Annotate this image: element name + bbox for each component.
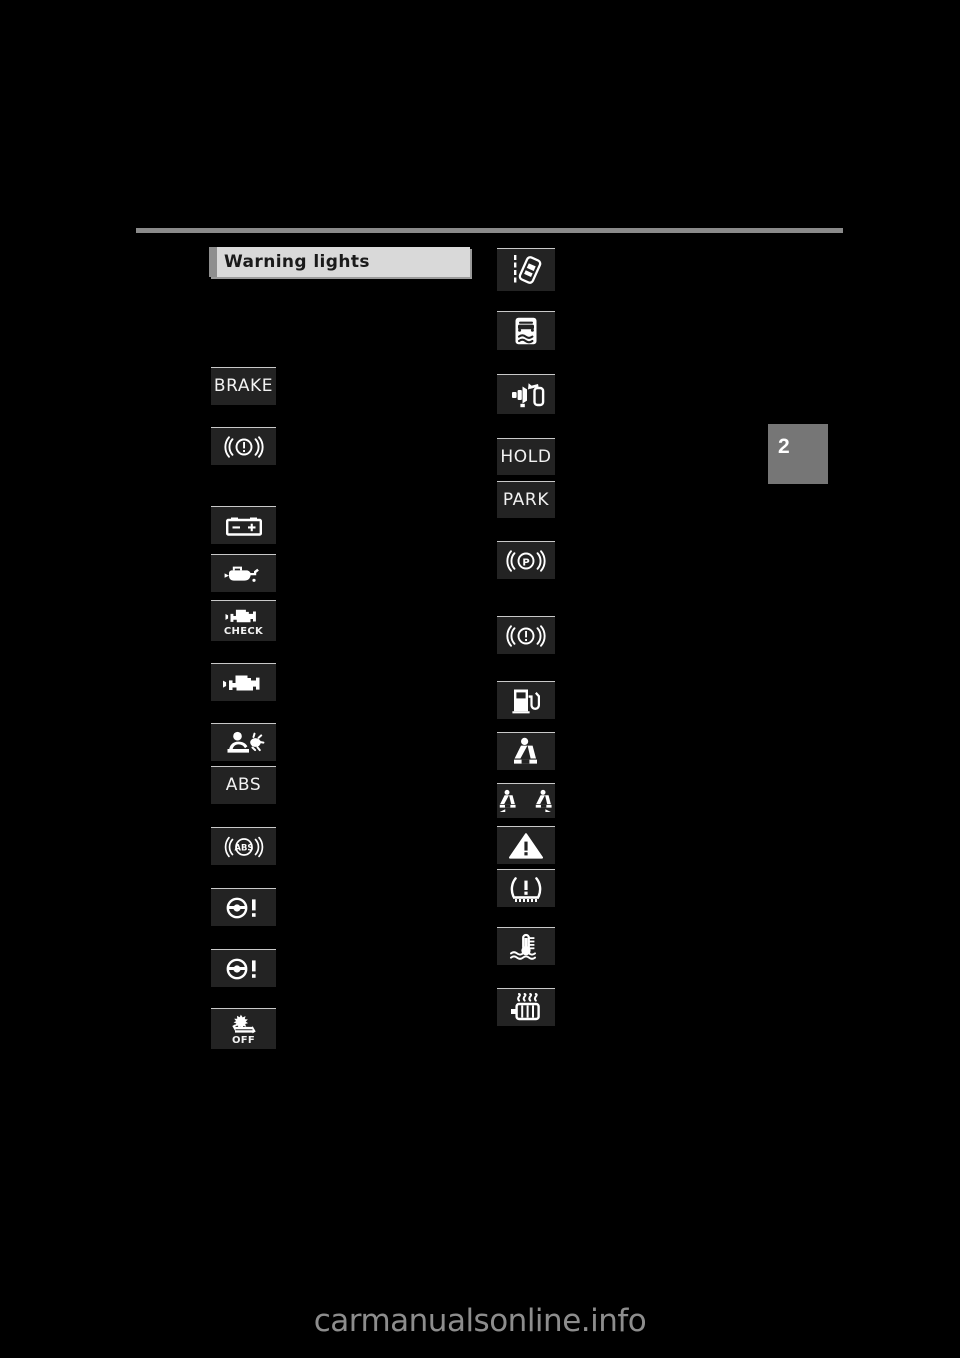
low-engine-oil-pressure-warning-icon xyxy=(211,554,276,592)
engine-check-glyph: CHECK xyxy=(224,606,263,637)
icon-text-label: HOLD xyxy=(500,446,552,467)
master-warning-icon xyxy=(497,826,555,864)
manual-page: Warning lights BRAKE CHECK ABS ABS OFF H… xyxy=(0,0,960,1358)
coolant-temp-glyph xyxy=(510,933,536,960)
tire-pressure-glyph xyxy=(510,876,542,902)
high-engine-coolant-temperature-warning-icon xyxy=(497,927,555,965)
brake-system-warning-text-icon: BRAKE xyxy=(211,367,276,405)
dpf-filter-glyph xyxy=(511,992,540,1020)
abs-circle-glyph: ABS xyxy=(224,836,263,857)
tire-pressure-warning-icon xyxy=(497,869,555,907)
fuel-pump-glyph xyxy=(512,689,540,713)
driver-seat-belt-reminder-icon xyxy=(497,732,555,770)
section-accent-bar xyxy=(209,247,217,277)
vsc-off-indicator-icon: OFF xyxy=(211,1008,276,1049)
page-top-rule xyxy=(136,228,843,233)
triangle-alert-glyph xyxy=(509,832,543,859)
brake-circle-glyph xyxy=(506,624,546,647)
parking-brake-warning-icon: P xyxy=(497,541,555,579)
seatbelt-glyph xyxy=(514,737,537,764)
slip-off-label: OFF xyxy=(231,1034,256,1046)
icon-text-label: BRAKE xyxy=(213,376,274,396)
brake-circle-glyph xyxy=(223,435,264,458)
hold-indicator-icon: HOLD xyxy=(497,438,555,475)
electric-power-steering-warning-1-icon xyxy=(211,888,276,926)
electric-power-steering-warning-2-icon xyxy=(211,949,276,987)
abs-warning-text-icon: ABS xyxy=(211,766,276,804)
charging-system-warning-icon xyxy=(211,506,276,544)
steering-glyph xyxy=(226,958,256,979)
svg-text:P: P xyxy=(522,557,529,568)
site-watermark: carmanualsonline.info xyxy=(313,1303,647,1339)
section-heading: Warning lights xyxy=(209,247,470,277)
icon-text-label: ABS xyxy=(225,775,262,795)
lane-departure-glyph xyxy=(514,255,542,284)
park-circle-glyph: P xyxy=(506,549,546,572)
lane-departure-alert-warning-icon xyxy=(497,248,555,291)
oil-can-glyph xyxy=(224,566,259,582)
engine-glyph xyxy=(222,675,259,690)
malfunction-indicator-check-icon: CHECK xyxy=(211,600,276,641)
pcs-slip-glyph xyxy=(515,317,537,345)
malfunction-indicator-lamp-icon xyxy=(211,663,276,701)
diesel-particulate-filter-warning-icon xyxy=(497,988,555,1026)
driving-support-system-warning-icon xyxy=(497,374,555,414)
slip-off-glyph: OFF xyxy=(226,1013,262,1046)
chapter-tab: 2 xyxy=(768,424,828,484)
steering-glyph xyxy=(226,897,256,918)
abs-warning-symbol-icon: ABS xyxy=(211,827,276,865)
chapter-number: 2 xyxy=(778,435,790,458)
brake-system-warning-symbol-icon xyxy=(211,427,276,465)
rear-seat-belt-reminder-icon xyxy=(497,783,555,818)
seatbelt-rear-glyph xyxy=(497,788,555,814)
pre-collision-system-warning-icon xyxy=(497,311,555,350)
srs-airbag-warning-icon xyxy=(211,723,276,761)
page-title: Warning lights xyxy=(224,252,370,272)
engine-check-label: CHECK xyxy=(223,625,264,637)
low-fuel-level-warning-icon xyxy=(497,681,555,719)
radar-sensor-glyph xyxy=(512,382,545,407)
icon-text-label: PARK xyxy=(502,489,550,510)
airbag-glyph xyxy=(227,731,264,753)
svg-text:ABS: ABS xyxy=(234,842,253,852)
park-indicator-icon: PARK xyxy=(497,481,555,518)
battery-glyph xyxy=(225,517,262,536)
brake-hold-warning-icon xyxy=(497,616,555,654)
